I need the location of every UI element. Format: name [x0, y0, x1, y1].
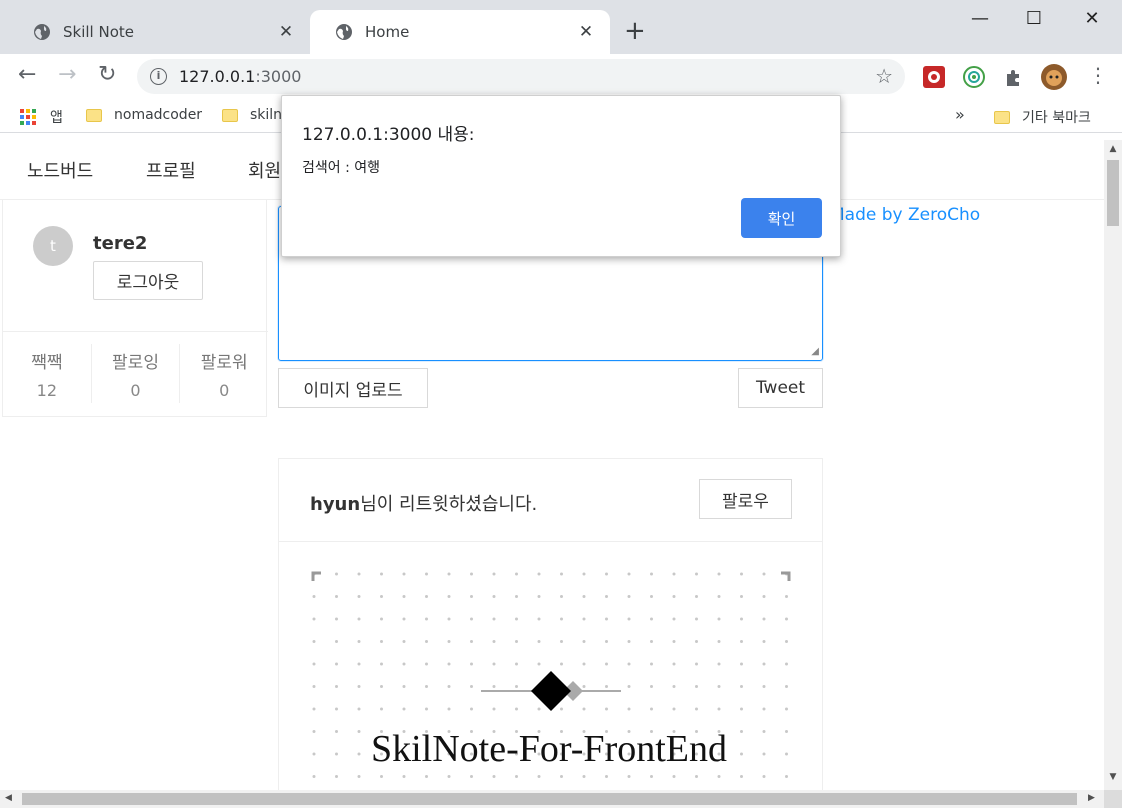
- post-image-text: SkilNote-For-FrontEnd: [371, 728, 727, 770]
- minimize-button[interactable]: —: [957, 8, 1003, 29]
- follow-button[interactable]: 팔로우: [699, 479, 792, 519]
- bookmarks-overflow-button[interactable]: »: [955, 105, 965, 124]
- vertical-scroll-thumb[interactable]: [1107, 160, 1119, 226]
- extensions-puzzle-icon[interactable]: [1002, 65, 1026, 89]
- alert-title: 127.0.0.1:3000 내용:: [302, 125, 475, 145]
- maximize-button[interactable]: ☐: [1011, 8, 1057, 29]
- bookmark-label: 기타 북마크: [1022, 110, 1091, 126]
- stat-label: 팔로워: [200, 353, 248, 373]
- stat-value: 12: [36, 381, 58, 400]
- made-by-link[interactable]: Made by ZeroCho: [830, 205, 980, 225]
- image-upload-button[interactable]: 이미지 업로드: [278, 368, 428, 408]
- address-bar[interactable]: i 127.0.0.1:3000 ☆: [137, 59, 905, 94]
- profile-avatar-icon[interactable]: [1040, 63, 1068, 91]
- horizontal-scroll-thumb[interactable]: [22, 793, 1077, 805]
- tab-strip: Skill Note ✕ Home ✕ + — ☐ ✕: [0, 0, 1122, 54]
- stat-label: 짹짹: [31, 353, 63, 373]
- retweet-notice: hyun님이 리트윗하셨습니다.: [310, 490, 537, 516]
- reload-button[interactable]: ↻: [98, 64, 116, 86]
- avatar: t: [33, 226, 73, 266]
- bookmark-label: nomadcoder: [114, 107, 203, 123]
- globe-icon: [336, 24, 352, 40]
- menu-item-profile[interactable]: 프로필: [146, 157, 196, 183]
- horizontal-scrollbar[interactable]: ◀ ▶: [0, 790, 1104, 808]
- forward-button[interactable]: →: [58, 64, 76, 86]
- bookmark-apps[interactable]: 앱: [20, 107, 63, 127]
- globe-icon: [34, 24, 50, 40]
- bookmark-skiln[interactable]: skiln: [222, 107, 282, 123]
- folder-icon: [994, 110, 1010, 124]
- stat-tweets[interactable]: 짹짹 12: [3, 344, 92, 403]
- scroll-up-icon[interactable]: ▲: [1104, 144, 1122, 154]
- stat-followers[interactable]: 팔로워 0: [180, 344, 268, 403]
- browser-toolbar: ← → ↻ i 127.0.0.1:3000 ☆ ⋮: [0, 54, 1122, 99]
- bookmark-label: 앱: [50, 110, 63, 126]
- stat-followings[interactable]: 팔로잉 0: [92, 344, 181, 403]
- stat-label: 팔로잉: [112, 353, 159, 373]
- alert-ok-button[interactable]: 확인: [741, 198, 822, 238]
- tweet-button[interactable]: Tweet: [738, 368, 823, 408]
- profile-card: t tere2 로그아웃 짹짹 12 팔로잉 0 팔로워 0: [2, 200, 268, 417]
- back-button[interactable]: ←: [18, 64, 36, 86]
- logout-button[interactable]: 로그아웃: [93, 261, 203, 300]
- new-tab-button[interactable]: +: [624, 18, 646, 44]
- url-text: 127.0.0.1:3000: [179, 67, 302, 86]
- bookmark-star-icon[interactable]: ☆: [875, 64, 893, 88]
- menu-item-signup[interactable]: 회원: [248, 157, 281, 183]
- tab-close-icon[interactable]: ✕: [276, 22, 296, 42]
- post-card: hyun님이 리트윗하셨습니다. 팔로우 SkilNote-For-FrontE…: [278, 458, 823, 790]
- scrollbar-corner: [1104, 790, 1122, 808]
- retweet-text: 님이 리트윗하셨습니다.: [360, 494, 538, 515]
- retweet-author[interactable]: hyun: [310, 494, 360, 515]
- alert-dialog: 127.0.0.1:3000 내용: 검색어 : 여행 확인: [281, 95, 841, 257]
- info-icon[interactable]: i: [150, 68, 167, 85]
- post-image[interactable]: SkilNote-For-FrontEnd: [311, 571, 791, 790]
- scroll-left-icon[interactable]: ◀: [5, 793, 12, 803]
- folder-icon: [86, 108, 102, 122]
- tab-home[interactable]: Home ✕: [310, 10, 610, 54]
- vertical-scrollbar[interactable]: ▲ ▼: [1104, 140, 1122, 790]
- scroll-down-icon[interactable]: ▼: [1104, 772, 1122, 782]
- scroll-right-icon[interactable]: ▶: [1088, 793, 1095, 803]
- resize-handle-icon[interactable]: ◢: [811, 347, 819, 357]
- bookmark-nomadcoder[interactable]: nomadcoder: [86, 107, 202, 123]
- extension-green-icon[interactable]: [962, 65, 986, 89]
- window-close-button[interactable]: ✕: [1069, 8, 1115, 29]
- tab-close-icon[interactable]: ✕: [576, 22, 596, 42]
- alert-message: 검색어 : 여행: [302, 160, 381, 176]
- tab-title: Skill Note: [63, 23, 134, 41]
- stat-value: 0: [219, 381, 230, 400]
- tab-title: Home: [365, 23, 410, 41]
- more-menu-icon[interactable]: ⋮: [1088, 64, 1108, 86]
- tab-skill-note[interactable]: Skill Note ✕: [8, 10, 310, 54]
- profile-stats: 짹짹 12 팔로잉 0 팔로워 0: [3, 331, 268, 417]
- nickname: tere2: [93, 233, 148, 254]
- folder-icon: [222, 108, 238, 122]
- post-header: hyun님이 리트윗하셨습니다. 팔로우: [279, 459, 822, 542]
- stat-value: 0: [130, 381, 141, 400]
- bookmark-label: skiln: [250, 107, 283, 123]
- menu-item-home[interactable]: 노드버드: [27, 157, 93, 183]
- other-bookmarks[interactable]: 기타 북마크: [994, 107, 1091, 127]
- extension-red-icon[interactable]: [922, 65, 946, 89]
- apps-grid-icon: [20, 109, 36, 125]
